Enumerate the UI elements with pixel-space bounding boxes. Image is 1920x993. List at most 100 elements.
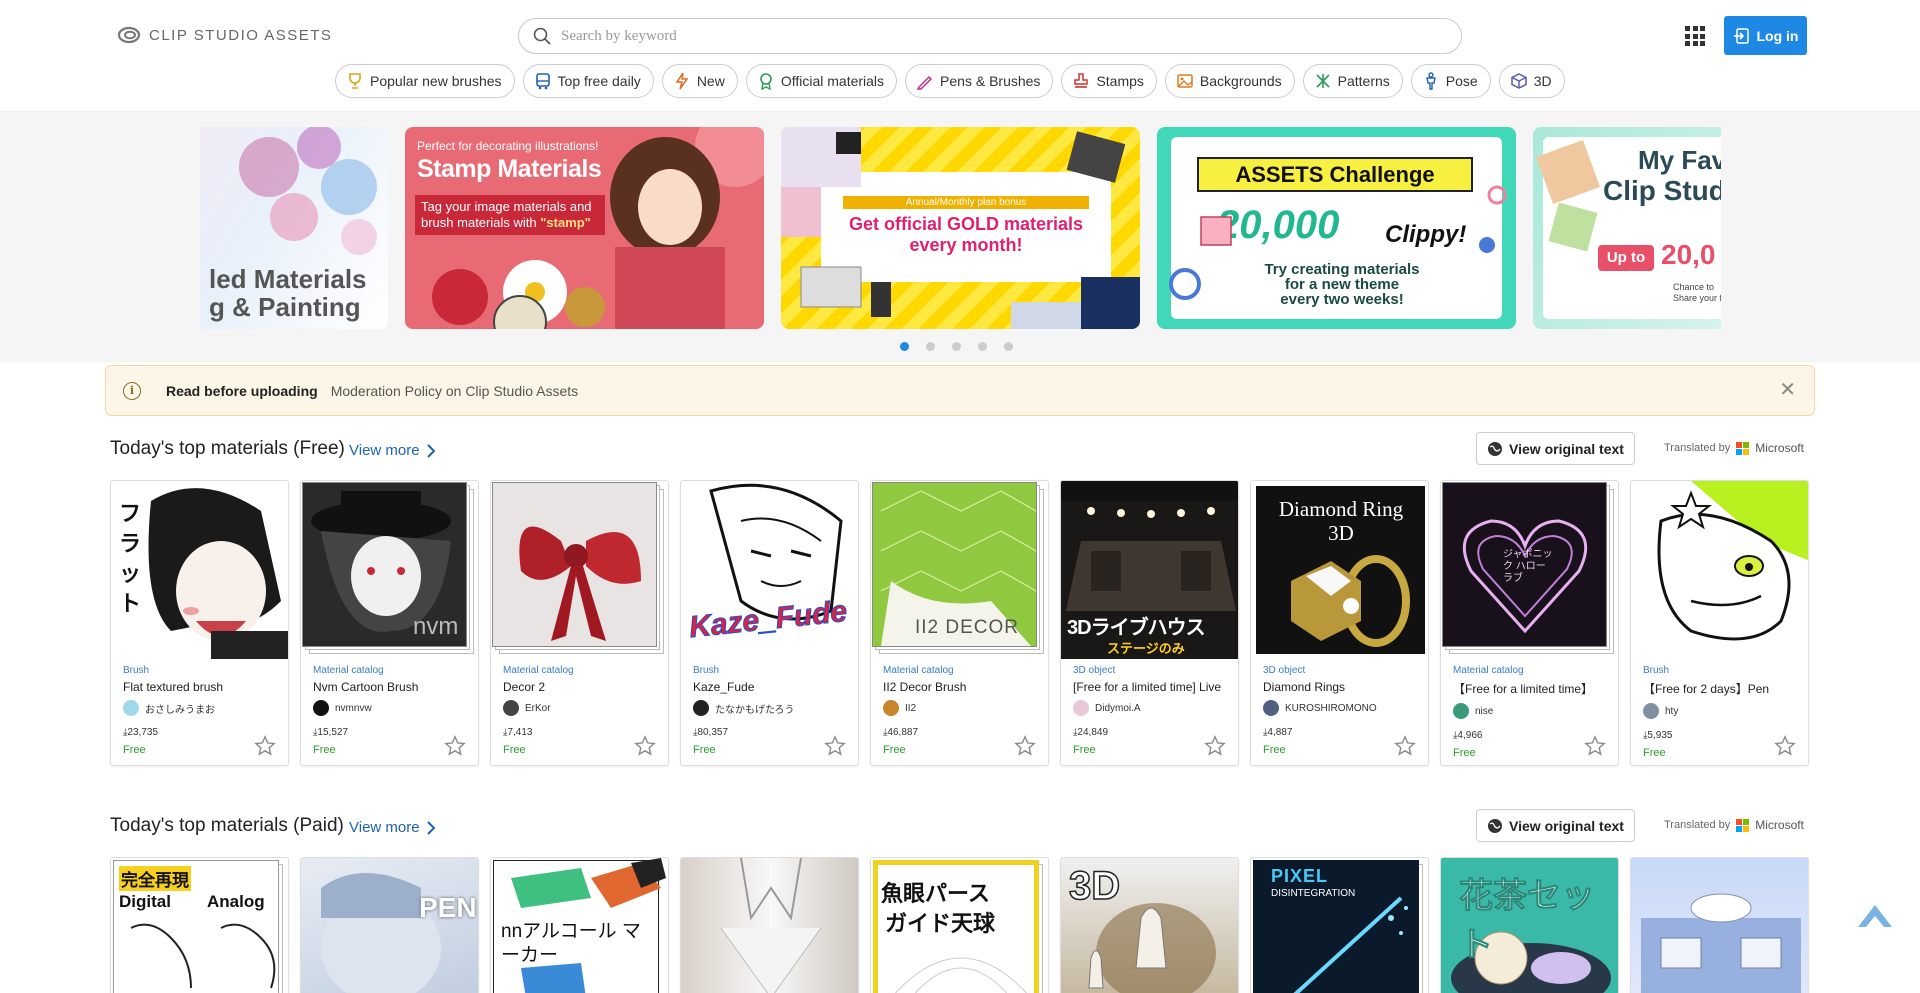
search-bar[interactable] [518, 18, 1462, 54]
view-original-text-button[interactable]: View original text [1476, 809, 1635, 842]
banner-painting[interactable]: led Materials g & Painting [200, 127, 388, 329]
category-new[interactable]: New [661, 64, 738, 98]
material-author[interactable]: nvmnvw [313, 700, 466, 716]
view-original-text-button[interactable]: View original text [1476, 432, 1635, 465]
material-author[interactable]: nise [1453, 703, 1606, 719]
favorite-star-icon[interactable] [1204, 735, 1226, 757]
carousel-dot[interactable] [1004, 342, 1013, 351]
close-icon[interactable]: ✕ [1779, 380, 1796, 400]
material-thumbnail [491, 481, 668, 659]
material-card[interactable]: ジャポニック ハローラブ Material catalog 【Free for … [1440, 480, 1619, 766]
favorite-star-icon[interactable] [1584, 735, 1606, 757]
category-official-materials[interactable]: Official materials [745, 64, 898, 98]
favorite-star-icon[interactable] [444, 735, 466, 757]
material-type: 3D object [1073, 665, 1116, 676]
paid-view-more-link[interactable]: View more [349, 819, 435, 836]
material-card[interactable]: nvm Material catalog Nvm Cartoon Brush n… [300, 480, 479, 766]
carousel-dots [900, 342, 1013, 351]
favorite-star-icon[interactable] [824, 735, 846, 757]
category-pose[interactable]: Pose [1410, 64, 1491, 98]
category-popular-new-brushes[interactable]: Popular new brushes [335, 64, 515, 98]
material-card[interactable]: Kaze_Fude Brush Kaze_Fude たなかもげたろう ⤓80,3… [680, 480, 859, 766]
favorite-star-icon[interactable] [1774, 735, 1796, 757]
material-name[interactable]: Kaze_Fude [693, 680, 846, 694]
material-thumbnail: ジャポニック ハローラブ [1441, 481, 1618, 659]
material-name[interactable]: 【Free for 2 days】Pen [1643, 680, 1796, 697]
carousel-dot[interactable] [926, 342, 935, 351]
favorite-note: Chance to Share your favorite m [1673, 282, 1721, 303]
svg-text:ト: ト [119, 592, 141, 617]
material-author[interactable]: たなかもげたろう [693, 700, 846, 716]
category-backgrounds[interactable]: Backgrounds [1164, 64, 1295, 98]
material-name[interactable]: 【Free for a limited time】 [1453, 680, 1606, 697]
view-more-label: View more [349, 442, 420, 459]
lightning-icon [675, 72, 689, 90]
banner-stamp-materials[interactable]: Perfect for decorating illustrations! St… [405, 127, 764, 329]
favorite-star-icon[interactable] [1394, 735, 1416, 757]
banner-assets-challenge[interactable]: ASSETS Challenge 20,000 Clippy! Try crea… [1157, 127, 1516, 329]
material-card[interactable]: 完全再現 Digital Analog [110, 857, 289, 993]
category-pens-brushes[interactable]: Pens & Brushes [905, 64, 1054, 98]
material-author[interactable]: II2 [883, 700, 1036, 716]
search-input[interactable] [561, 27, 1461, 45]
material-name[interactable]: II2 Decor Brush [883, 680, 1036, 694]
material-author[interactable]: KUROSHIROMONO [1263, 700, 1416, 716]
material-card[interactable]: 3Dライブハウス ステージのみ 3D object [Free for a li… [1060, 480, 1239, 766]
category-label: Official materials [780, 73, 885, 89]
material-thumbnail: フラット [111, 481, 288, 659]
material-card[interactable]: 3D [1060, 857, 1239, 993]
material-name[interactable]: Nvm Cartoon Brush [313, 680, 466, 694]
material-author[interactable]: hty [1643, 703, 1796, 719]
category-stamps[interactable]: Stamps [1061, 64, 1157, 98]
favorite-star-icon[interactable] [1014, 735, 1036, 757]
material-card[interactable]: フラット Brush Flat textured brush おさしみうまお ⤓… [110, 480, 289, 766]
banner-carousel-area: led Materials g & Painting Perfect for d… [0, 112, 1920, 362]
category-patterns[interactable]: Patterns [1302, 64, 1403, 98]
free-view-more-link[interactable]: View more [349, 442, 435, 459]
favorite-star-icon[interactable] [634, 735, 656, 757]
material-name[interactable]: Diamond Rings [1263, 680, 1416, 694]
banner-stamp-top: Perfect for decorating illustrations! [417, 139, 599, 153]
material-card[interactable]: Brush 【Free for 2 days】Pen hty ⤓5,935 Fr… [1630, 480, 1809, 766]
thumb-illustration [130, 923, 276, 989]
download-value: 4,966 [1457, 730, 1483, 741]
material-name[interactable]: Decor 2 [503, 680, 656, 694]
material-name[interactable]: [Free for a limited time] Live [1073, 680, 1226, 694]
carousel-dot[interactable] [952, 342, 961, 351]
material-card[interactable]: 花茶セット [1440, 857, 1619, 993]
banner-stamp-sub: Tag your image materials and brush mater… [415, 195, 605, 235]
category-top-free-daily[interactable]: Top free daily [522, 64, 654, 98]
banner-gold-materials[interactable]: Annual/Monthly plan bonus Get official G… [781, 127, 1140, 329]
category-label: Backgrounds [1199, 73, 1282, 89]
back-to-top-icon[interactable] [1856, 903, 1894, 931]
material-card[interactable]: 魚眼パース ガイド天球 [870, 857, 1049, 993]
favorite-star-icon[interactable] [254, 735, 276, 757]
material-card[interactable]: II2 DECOR Material catalog II2 Decor Bru… [870, 480, 1049, 766]
challenge-sub: Try creating materials for a new theme e… [1264, 261, 1420, 308]
orig-button-label: View original text [1509, 817, 1624, 834]
material-card[interactable]: Diamond Ring 3D 3D object Diamond Rings … [1250, 480, 1429, 766]
material-card[interactable]: nnアルコール マーカー [490, 857, 669, 993]
material-author[interactable]: ErKor [503, 700, 656, 716]
moderation-policy-link[interactable]: Moderation Policy on Clip Studio Assets [331, 383, 578, 399]
carousel-dot[interactable] [978, 342, 987, 351]
apps-grid-icon[interactable] [1685, 26, 1705, 46]
material-author[interactable]: おさしみうまお [123, 700, 276, 716]
material-card[interactable]: PIXEL DISINTEGRATION [1250, 857, 1429, 993]
login-button[interactable]: Log in [1724, 16, 1807, 55]
category-3d[interactable]: 3D [1498, 64, 1565, 98]
material-card[interactable]: PEN [300, 857, 479, 993]
image-icon [1177, 74, 1193, 88]
banner-carousel[interactable]: led Materials g & Painting Perfect for d… [200, 127, 1721, 329]
download-value: 23,735 [127, 727, 159, 738]
award-icon [760, 73, 772, 90]
material-name[interactable]: Flat textured brush [123, 680, 276, 694]
material-card[interactable]: Material catalog Decor 2 ErKor ⤓7,413 Fr… [490, 480, 669, 766]
carousel-dot[interactable] [900, 342, 909, 351]
material-card[interactable] [1630, 857, 1809, 993]
material-card[interactable] [680, 857, 859, 993]
site-logo[interactable]: CLIP STUDIO ASSETS [117, 25, 332, 45]
material-author[interactable]: Didymoi.A [1073, 700, 1226, 716]
material-thumbnail: PIXEL DISINTEGRATION [1251, 858, 1428, 993]
banner-favorite[interactable]: My Fav Clip Studio P Up to 20,0 Chance t… [1533, 127, 1721, 329]
